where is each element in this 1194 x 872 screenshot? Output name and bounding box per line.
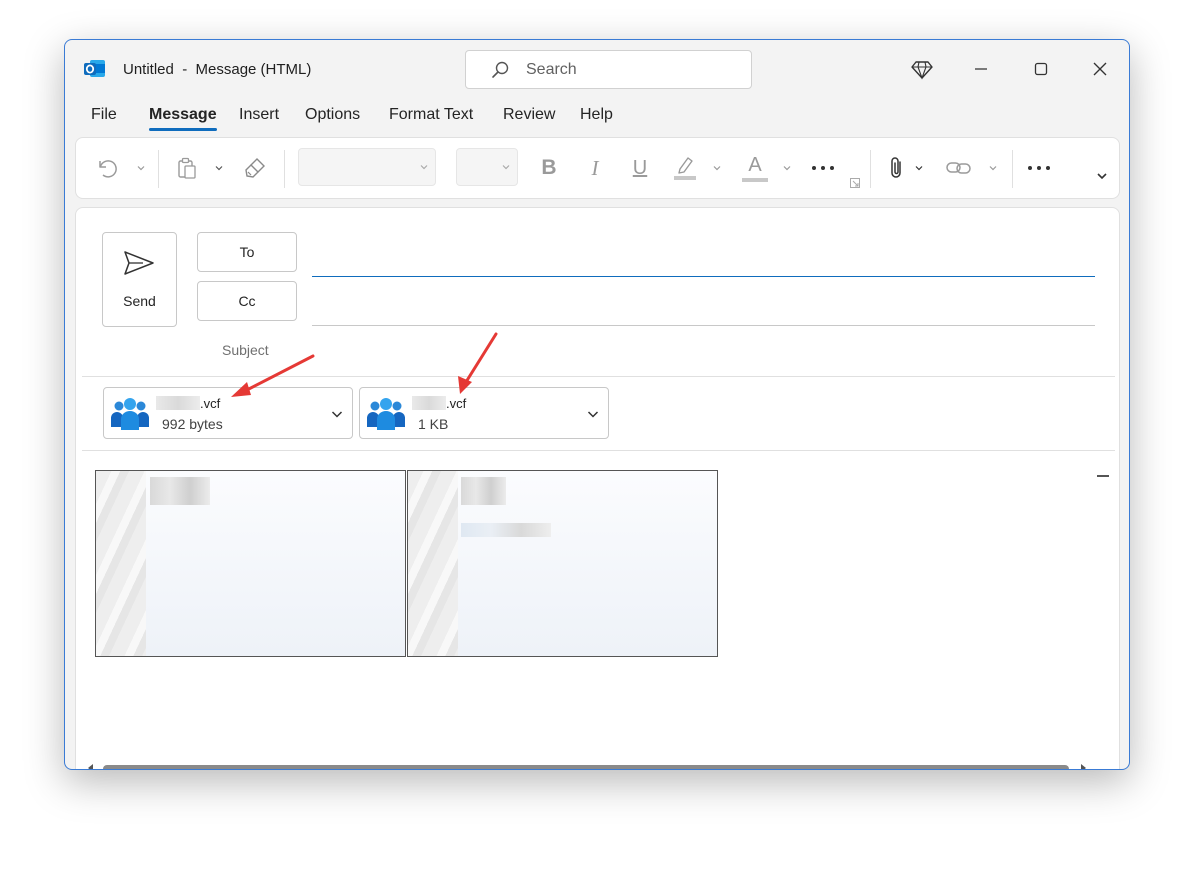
expand-ribbon-button[interactable] xyxy=(1094,168,1110,184)
close-icon[interactable] xyxy=(1087,56,1113,82)
ribbon-divider xyxy=(1012,150,1013,188)
tab-help[interactable]: Help xyxy=(580,106,613,124)
italic-button[interactable]: I xyxy=(580,152,610,184)
attachment-size: 992 bytes xyxy=(162,416,223,432)
search-box[interactable]: Search xyxy=(465,50,752,89)
highlight-icon xyxy=(674,157,696,180)
undo-dropdown[interactable] xyxy=(134,152,148,184)
link-dropdown[interactable] xyxy=(986,152,1000,184)
cc-button[interactable]: Cc xyxy=(197,281,297,321)
contacts-icon xyxy=(367,398,405,430)
font-color-button[interactable]: A xyxy=(740,152,770,184)
paste-icon xyxy=(178,157,196,179)
highlight-dropdown[interactable] xyxy=(710,152,724,184)
undo-button[interactable] xyxy=(92,152,122,184)
attachment-size: 1 KB xyxy=(418,416,449,432)
search-placeholder: Search xyxy=(526,61,577,78)
to-button[interactable]: To xyxy=(197,232,297,272)
ribbon-divider xyxy=(284,150,285,188)
more-formatting-button[interactable] xyxy=(808,152,838,184)
contact-card-preview xyxy=(95,470,406,657)
tab-options[interactable]: Options xyxy=(305,106,360,124)
format-painter-icon xyxy=(245,158,265,178)
attach-file-icon xyxy=(891,157,901,178)
send-icon xyxy=(124,251,154,275)
scrollbar-thumb[interactable] xyxy=(103,765,1069,769)
card-decoration xyxy=(96,471,146,656)
attachment-2[interactable]: .vcf 1 KB xyxy=(359,387,609,439)
attach-dropdown[interactable] xyxy=(912,152,926,184)
chevron-down-icon xyxy=(783,166,791,171)
more-icon xyxy=(812,166,834,170)
link-button[interactable] xyxy=(944,152,974,184)
maximize-icon[interactable] xyxy=(1028,56,1054,82)
cc-field[interactable] xyxy=(312,325,1095,326)
to-field[interactable] xyxy=(312,276,1095,277)
expand-icon xyxy=(1097,173,1107,180)
underline-button[interactable]: U xyxy=(625,152,655,184)
chevron-down-icon xyxy=(420,165,428,170)
redacted-text xyxy=(150,477,210,505)
highlight-button[interactable] xyxy=(670,152,700,184)
scroll-left-icon[interactable] xyxy=(86,763,96,770)
diamond-premium-icon[interactable] xyxy=(909,56,935,82)
chevron-down-icon xyxy=(137,166,145,171)
attachment-1[interactable]: .vcf 992 bytes xyxy=(103,387,353,439)
font-color-letter: A xyxy=(748,153,762,176)
tab-message[interactable]: Message xyxy=(149,106,217,131)
tab-file[interactable]: File xyxy=(91,106,117,124)
font-name-combo[interactable] xyxy=(298,148,436,186)
font-size-combo[interactable] xyxy=(456,148,518,186)
chevron-down-icon xyxy=(502,165,510,170)
format-painter-button[interactable] xyxy=(240,152,270,184)
scroll-right-icon[interactable] xyxy=(1078,763,1088,770)
divider xyxy=(82,450,1115,451)
bold-button[interactable]: B xyxy=(534,152,564,184)
contact-card-preview xyxy=(407,470,718,657)
divider xyxy=(82,376,1115,377)
attach-file-button[interactable] xyxy=(882,152,912,184)
horizontal-scrollbar[interactable] xyxy=(84,762,1094,770)
redacted-text xyxy=(461,477,506,505)
chevron-down-icon xyxy=(989,166,997,171)
tab-format-text[interactable]: Format Text xyxy=(389,106,473,124)
more-icon xyxy=(1028,166,1050,170)
subject-label: Subject xyxy=(222,342,269,358)
card-decoration xyxy=(408,471,458,656)
ribbon-divider xyxy=(158,150,159,188)
font-color-dropdown[interactable] xyxy=(780,152,794,184)
dialog-launcher-icon[interactable] xyxy=(850,178,860,188)
tab-insert[interactable]: Insert xyxy=(239,106,279,124)
chevron-down-icon xyxy=(215,166,223,171)
outlook-message-window: Untitled - Message (HTML) Search File Me… xyxy=(64,39,1130,770)
more-commands-button[interactable] xyxy=(1024,152,1054,184)
attachment-name: .vcf xyxy=(200,396,221,411)
ribbon-divider xyxy=(870,150,871,188)
collapse-preview-icon[interactable] xyxy=(1097,475,1109,477)
chevron-down-icon[interactable] xyxy=(586,407,600,421)
tab-review[interactable]: Review xyxy=(503,106,555,124)
search-icon xyxy=(492,61,509,78)
link-icon xyxy=(946,162,971,174)
send-label: Send xyxy=(123,293,156,309)
attachment-name: .vcf xyxy=(446,396,467,411)
window-title: Untitled - Message (HTML) xyxy=(123,61,312,78)
contacts-icon xyxy=(111,398,149,430)
ribbon-toolbar: B I U A xyxy=(75,137,1120,199)
attachment-name-redacted xyxy=(156,396,200,410)
outlook-logo-icon xyxy=(84,60,105,77)
undo-icon xyxy=(99,160,117,178)
chevron-down-icon xyxy=(713,166,721,171)
redacted-text xyxy=(461,523,551,537)
title-bar: Untitled - Message (HTML) Search xyxy=(65,40,1129,98)
chevron-down-icon xyxy=(915,166,923,171)
send-button[interactable]: Send xyxy=(102,232,177,327)
attachment-name-redacted xyxy=(412,396,446,410)
compose-pane: Send To Cc Subject .vcf 992 bytes .vcf 1… xyxy=(75,207,1120,770)
paste-button[interactable] xyxy=(172,152,202,184)
paste-dropdown[interactable] xyxy=(212,152,226,184)
font-color-bar xyxy=(742,177,768,182)
chevron-down-icon[interactable] xyxy=(330,407,344,421)
minimize-icon[interactable] xyxy=(968,56,994,82)
